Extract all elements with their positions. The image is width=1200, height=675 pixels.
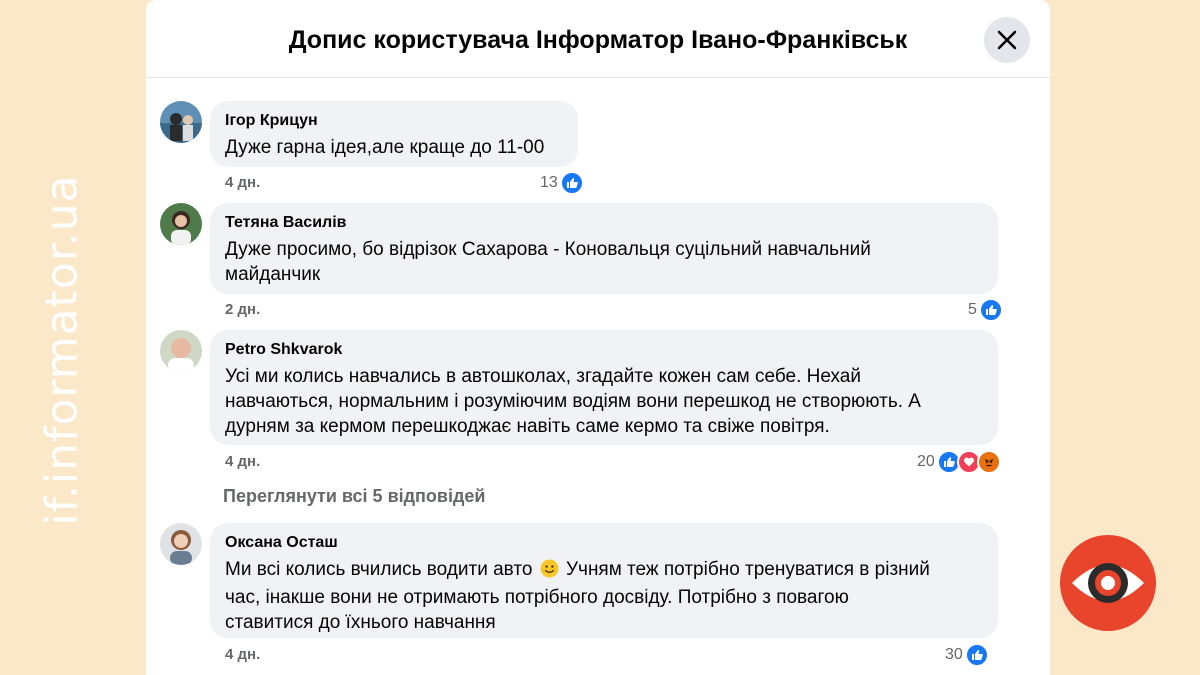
avatar[interactable]: [160, 330, 202, 372]
comment-time[interactable]: 2 дн.: [225, 301, 260, 318]
comment-bubble: Petro Shkvarok Усі ми колись навчались в…: [210, 330, 998, 445]
comment-text: Дуже просимо, бо відрізок Сахарова - Кон…: [225, 239, 871, 285]
comment-bubble: Ігор Крицун Дуже гарна ідея,але краще до…: [210, 101, 578, 167]
comment-text: Усі ми колись навчались в автошколах, зг…: [225, 366, 921, 437]
reactions[interactable]: 30: [945, 643, 989, 667]
dialog-title: Допис користувача Інформатор Івано-Франк…: [288, 26, 908, 54]
reaction-count: 30: [945, 646, 963, 663]
like-icon: [964, 643, 989, 667]
close-button[interactable]: [984, 17, 1030, 63]
reactions[interactable]: 5: [968, 298, 1003, 322]
comment-time[interactable]: 4 дн.: [225, 453, 260, 470]
reaction-count: 13: [540, 174, 558, 191]
dialog-header: Допис користувача Інформатор Івано-Франк…: [146, 0, 1050, 78]
angry-icon: [976, 450, 1001, 474]
comment-author[interactable]: Ігор Крицун: [225, 111, 562, 131]
comment-author[interactable]: Тетяна Василів: [225, 213, 982, 233]
comment-time[interactable]: 4 дн.: [225, 646, 260, 663]
reactions[interactable]: 20: [917, 450, 1001, 474]
reaction-count: 20: [917, 453, 935, 470]
avatar[interactable]: [160, 203, 202, 245]
reactions[interactable]: 13: [540, 171, 584, 195]
reaction-count: 5: [968, 301, 977, 318]
comment-text: Дуже гарна ідея,але краще до 11-00: [225, 137, 545, 158]
comment-bubble: Тетяна Василів Дуже просимо, бо відрізок…: [210, 203, 998, 294]
comment-author[interactable]: Petro Shkvarok: [225, 340, 982, 360]
view-replies-link[interactable]: Переглянути всі 5 відповідей: [223, 486, 486, 507]
avatar[interactable]: [160, 523, 202, 565]
post-dialog: Допис користувача Інформатор Івано-Франк…: [146, 0, 1050, 675]
avatar[interactable]: [160, 101, 202, 143]
comment-time[interactable]: 4 дн.: [225, 174, 260, 191]
comment-bubble: Оксана Осташ Ми всі колись вчились водит…: [210, 523, 998, 638]
eye-logo-icon: [1060, 535, 1156, 631]
comment-author[interactable]: Оксана Осташ: [225, 533, 982, 553]
like-icon: [978, 298, 1003, 322]
watermark-text: if.informator.ua: [36, 174, 88, 526]
smile-emoji-icon: [540, 559, 559, 585]
close-icon: [997, 30, 1017, 50]
comment-text: Ми всі колись вчились водити авто Учням …: [225, 559, 930, 633]
like-icon: [559, 171, 584, 195]
